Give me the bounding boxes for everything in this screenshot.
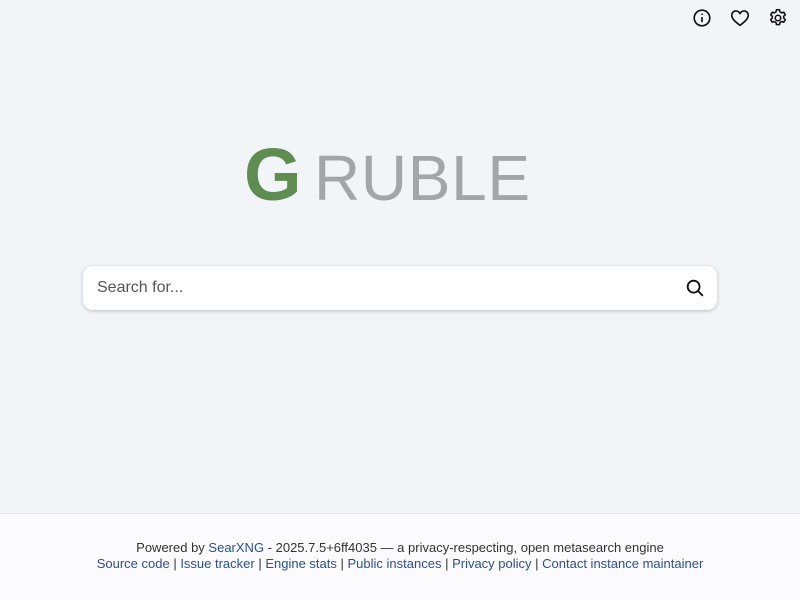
source-code-link[interactable]: Source code bbox=[97, 556, 170, 571]
info-icon bbox=[693, 9, 711, 27]
footer: Powered by SearXNG - 2025.7.5+6ff4035 — … bbox=[0, 513, 800, 600]
gear-icon bbox=[769, 8, 787, 26]
preferences-link[interactable] bbox=[766, 6, 790, 30]
public-instances-link[interactable]: Public instances bbox=[348, 556, 442, 571]
contact-link[interactable]: Contact instance maintainer bbox=[542, 556, 703, 571]
search-input[interactable] bbox=[83, 266, 673, 310]
separator: | bbox=[531, 556, 543, 571]
powered-prefix: Powered by bbox=[136, 540, 209, 555]
search-button[interactable] bbox=[673, 266, 717, 310]
logo-rest: RUBLE bbox=[314, 142, 542, 214]
separator: | bbox=[336, 556, 348, 571]
separator: | bbox=[169, 556, 181, 571]
issue-tracker-link[interactable]: Issue tracker bbox=[180, 556, 254, 571]
search-icon bbox=[686, 279, 704, 297]
info-link[interactable] bbox=[690, 6, 714, 30]
separator: | bbox=[441, 556, 453, 571]
top-nav bbox=[690, 6, 790, 30]
logo-graphic: G RUBLE bbox=[244, 133, 530, 216]
privacy-policy-link[interactable]: Privacy policy bbox=[452, 556, 531, 571]
version-text: - 2025.7.5+6ff4035 — a privacy-respectin… bbox=[264, 540, 664, 555]
logo-first-letter: G bbox=[244, 133, 302, 216]
search-bar bbox=[83, 266, 717, 310]
separator: | bbox=[254, 556, 266, 571]
footer-links: Source code | Issue tracker | Engine sta… bbox=[0, 556, 800, 572]
heart-icon bbox=[730, 10, 750, 27]
site-logo: G RUBLE bbox=[244, 133, 544, 216]
donate-link[interactable] bbox=[728, 6, 752, 30]
engine-stats-link[interactable]: Engine stats bbox=[265, 556, 337, 571]
searxng-link[interactable]: SearXNG bbox=[208, 540, 264, 555]
powered-by-line: Powered by SearXNG - 2025.7.5+6ff4035 — … bbox=[0, 540, 800, 556]
